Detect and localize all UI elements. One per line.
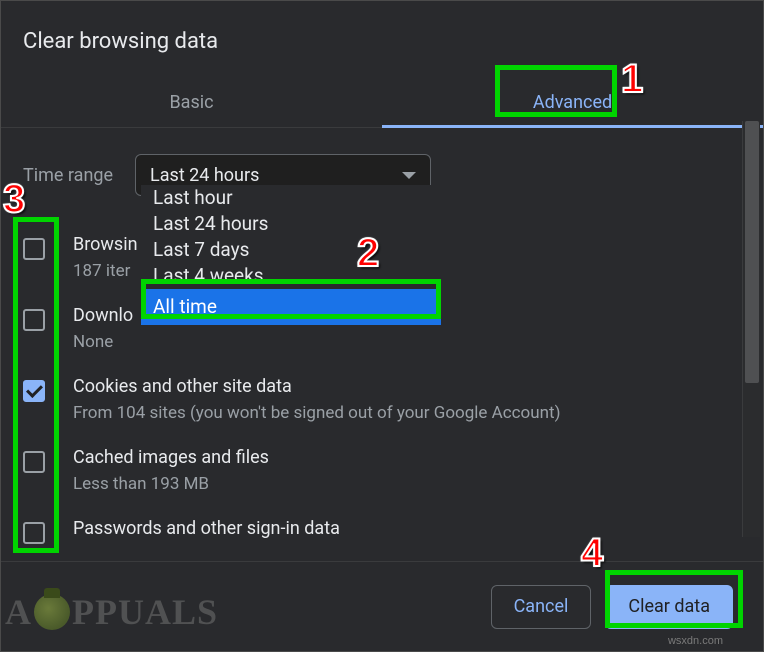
dropdown-item-last-24-hours[interactable]: Last 24 hours (141, 211, 441, 237)
timerange-dropdown: Last hour Last 24 hours Last 7 days Last… (141, 185, 441, 325)
checkbox-cached[interactable] (23, 451, 45, 473)
dropdown-item-all-time[interactable]: All time (141, 289, 441, 325)
item-texts: Passwords and other sign-in data (73, 518, 737, 539)
checkbox-cookies[interactable] (23, 380, 45, 402)
timerange-selected-value: Last 24 hours (150, 165, 402, 186)
dropdown-item-last-7-days[interactable]: Last 7 days (141, 237, 441, 263)
dialog-title: Clear browsing data (1, 1, 763, 54)
scrollbar-thumb[interactable] (745, 121, 759, 383)
item-title: Passwords and other sign-in data (73, 518, 737, 539)
item-title: Cookies and other site data (73, 376, 737, 397)
checkbox-passwords[interactable] (23, 522, 45, 544)
appuals-logo: A PPUALS (5, 591, 218, 633)
tab-basic[interactable]: Basic (1, 82, 382, 127)
item-title: Cached images and files (73, 447, 737, 468)
list-item: Cached images and files Less than 193 MB (23, 435, 737, 506)
clear-data-button[interactable]: Clear data (605, 585, 733, 629)
item-sub: None (73, 332, 737, 352)
item-texts: Cached images and files Less than 193 MB (73, 447, 737, 494)
chevron-down-icon (402, 172, 416, 179)
dropdown-item-last-4-weeks[interactable]: Last 4 weeks (141, 263, 441, 289)
checkbox-download-history[interactable] (23, 309, 45, 331)
dropdown-item-last-hour[interactable]: Last hour (141, 185, 441, 211)
item-sub: Less than 193 MB (73, 474, 737, 494)
logo-text: PPUALS (72, 591, 218, 633)
timerange-label: Time range (23, 165, 113, 186)
clear-browsing-data-dialog: Clear browsing data Basic Advanced Time … (0, 0, 764, 652)
list-item: Passwords and other sign-in data (23, 506, 737, 556)
scrollbar-track[interactable] (742, 121, 760, 537)
item-sub: From 104 sites (you won't be signed out … (73, 403, 737, 423)
logo-head-icon (34, 594, 70, 630)
watermark: wsxdn.com (668, 635, 723, 647)
item-texts: Cookies and other site data From 104 sit… (73, 376, 737, 423)
cancel-button[interactable]: Cancel (491, 585, 592, 629)
logo-letter: A (5, 591, 32, 633)
list-item: Cookies and other site data From 104 sit… (23, 364, 737, 435)
tab-advanced[interactable]: Advanced (382, 82, 763, 127)
checkbox-browsing-history[interactable] (23, 238, 45, 260)
tabs: Basic Advanced (1, 82, 763, 128)
